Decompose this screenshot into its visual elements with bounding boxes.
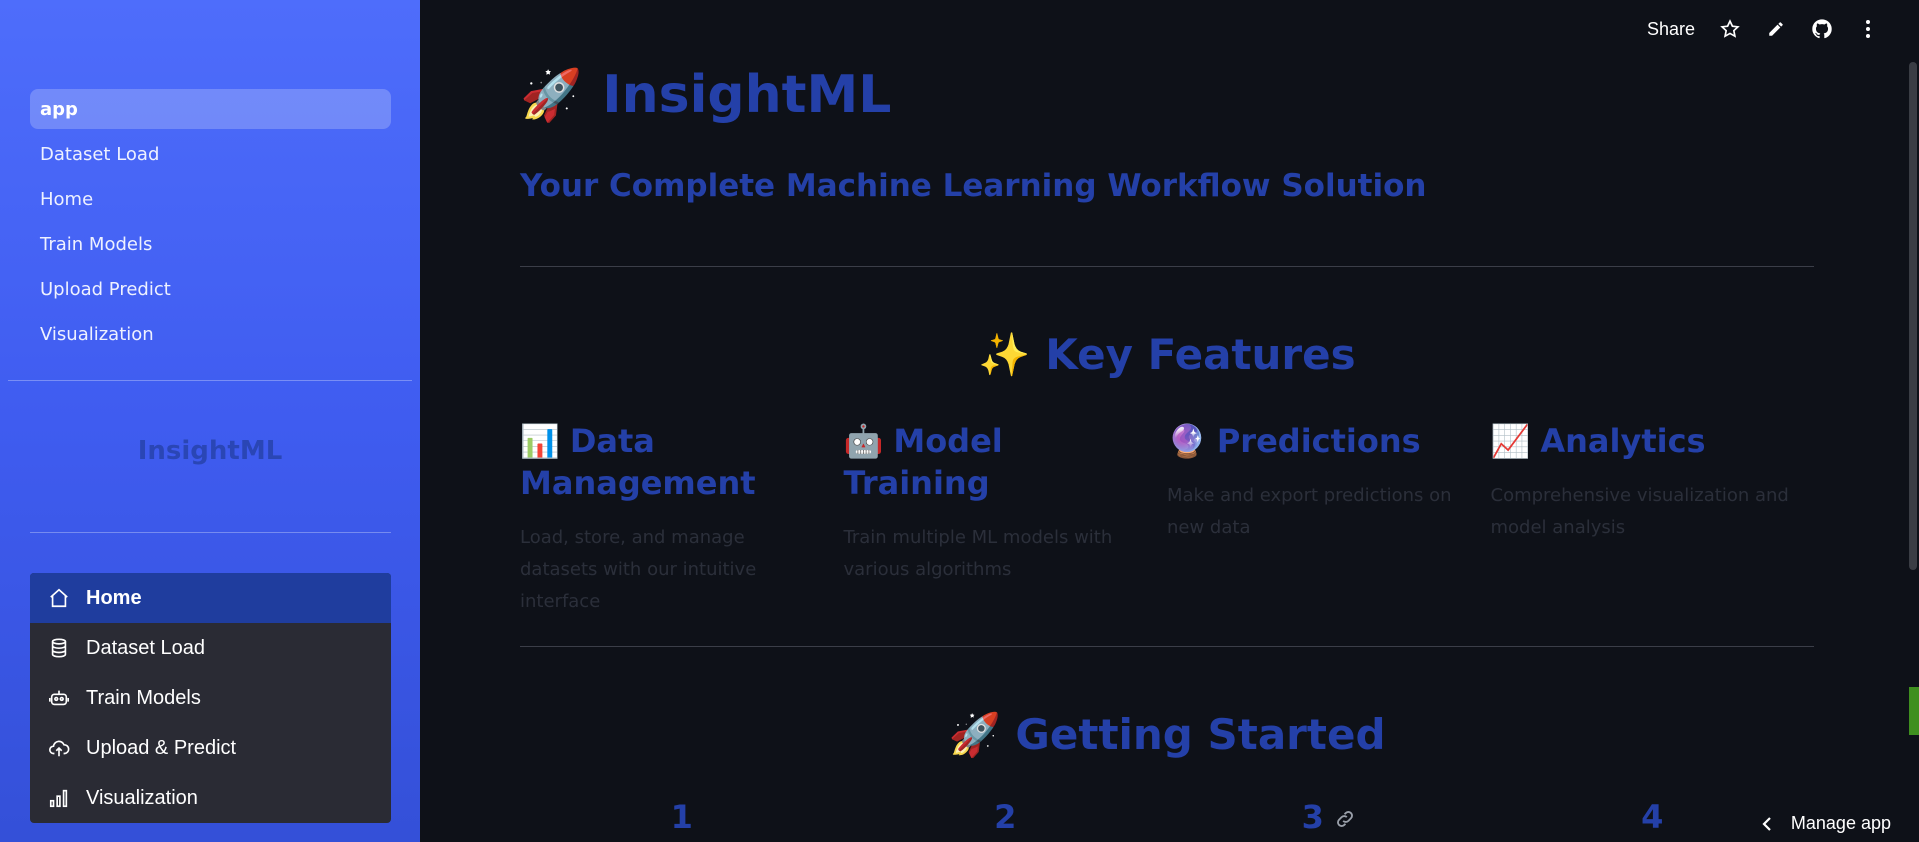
sidebar-item-train-models[interactable]: Train Models (30, 224, 391, 264)
more-vertical-icon[interactable] (1857, 18, 1879, 40)
menu-item-upload-predict[interactable]: Upload & Predict (30, 723, 391, 773)
menu-item-dataset-load[interactable]: Dataset Load (30, 623, 391, 673)
app-title: InsightML (602, 65, 892, 125)
menu-item-label: Dataset Load (86, 636, 205, 659)
menu-item-home[interactable]: Home (30, 573, 391, 623)
github-icon[interactable] (1811, 18, 1833, 40)
robot-icon (49, 690, 69, 706)
scrollbar[interactable] (1909, 62, 1917, 570)
menu-item-train-models[interactable]: Train Models (30, 673, 391, 723)
sidebar-brand: InsightML (137, 436, 283, 466)
menu-item-label: Upload & Predict (86, 736, 237, 759)
chevron-left-icon (1762, 816, 1771, 831)
page-subtitle: Your Complete Machine Learning Workflow … (520, 168, 1427, 204)
sidebar-page-nav: app Dataset Load Home Train Models Uploa… (30, 89, 391, 359)
features-heading: ✨ Key Features (978, 330, 1356, 379)
page-title: 🚀 InsightML (520, 65, 891, 125)
features-grid: 📊 Data Management Load, store, and manage… (520, 420, 1814, 618)
feature-description: Make and export predictions on new data (1167, 485, 1452, 538)
feature-card: 📈 Analytics Comprehensive visualization a… (1491, 420, 1815, 618)
link-icon[interactable] (1334, 800, 1356, 838)
feature-card: 📊 Data Management Load, store, and manage… (520, 420, 844, 618)
cloud-upload-icon (49, 740, 70, 757)
option-menu: Home Dataset Load Train Models Upload & … (30, 573, 391, 823)
sidebar-item-home[interactable]: Home (30, 179, 391, 219)
menu-item-visualization[interactable]: Visualization (30, 773, 391, 823)
feature-title: Analytics (1540, 422, 1706, 460)
feature-description: Load, store, and manage datasets with ou… (520, 527, 757, 612)
sidebar-divider (8, 380, 412, 381)
step-number-text: 3 (1301, 798, 1324, 836)
main-content: 🚀 InsightML Your Complete Machine Learni… (520, 0, 1814, 842)
feature-card: 🤖 Model Training Train multiple ML models… (844, 420, 1168, 618)
feature-description: Comprehensive visualization and model an… (1490, 485, 1789, 538)
house-icon (50, 588, 68, 608)
sidebar: app Dataset Load Home Train Models Uploa… (0, 0, 420, 842)
divider (520, 266, 1814, 267)
feature-card: 🔮 Predictions Make and export predictions… (1167, 420, 1491, 618)
feature-title: Predictions (1216, 422, 1421, 460)
sidebar-divider (30, 532, 391, 533)
steps-row: 1 2 3 4 (520, 798, 1814, 838)
feature-description: Train multiple ML models with various al… (843, 527, 1113, 580)
getting-started-heading: 🚀 Getting Started (948, 710, 1386, 759)
manage-app-label: Manage app (1790, 813, 1891, 833)
step-number: 2 (994, 798, 1017, 836)
menu-item-label: Home (86, 586, 142, 609)
step-number: 3 (1167, 798, 1491, 838)
step-number: 1 (670, 798, 693, 836)
database-icon (51, 638, 67, 658)
status-tag (1909, 687, 1919, 735)
trend-chart-emoji-icon: 📈 (1490, 422, 1531, 460)
sidebar-item-app[interactable]: app (30, 89, 391, 129)
crystal-ball-emoji-icon: 🔮 (1167, 422, 1207, 460)
divider (520, 646, 1814, 647)
menu-item-label: Train Models (86, 686, 201, 709)
bar-chart-emoji-icon: 📊 (520, 422, 560, 460)
sidebar-item-upload-predict[interactable]: Upload Predict (30, 269, 391, 309)
rocket-icon: 🚀 (520, 66, 583, 124)
sidebar-item-visualization[interactable]: Visualization (30, 314, 391, 354)
sidebar-item-dataset-load[interactable]: Dataset Load (30, 134, 391, 174)
bar-chart-icon (49, 789, 68, 808)
manage-app-button[interactable]: Manage app (1761, 813, 1891, 834)
menu-item-label: Visualization (86, 786, 198, 809)
robot-emoji-icon: 🤖 (843, 422, 884, 460)
